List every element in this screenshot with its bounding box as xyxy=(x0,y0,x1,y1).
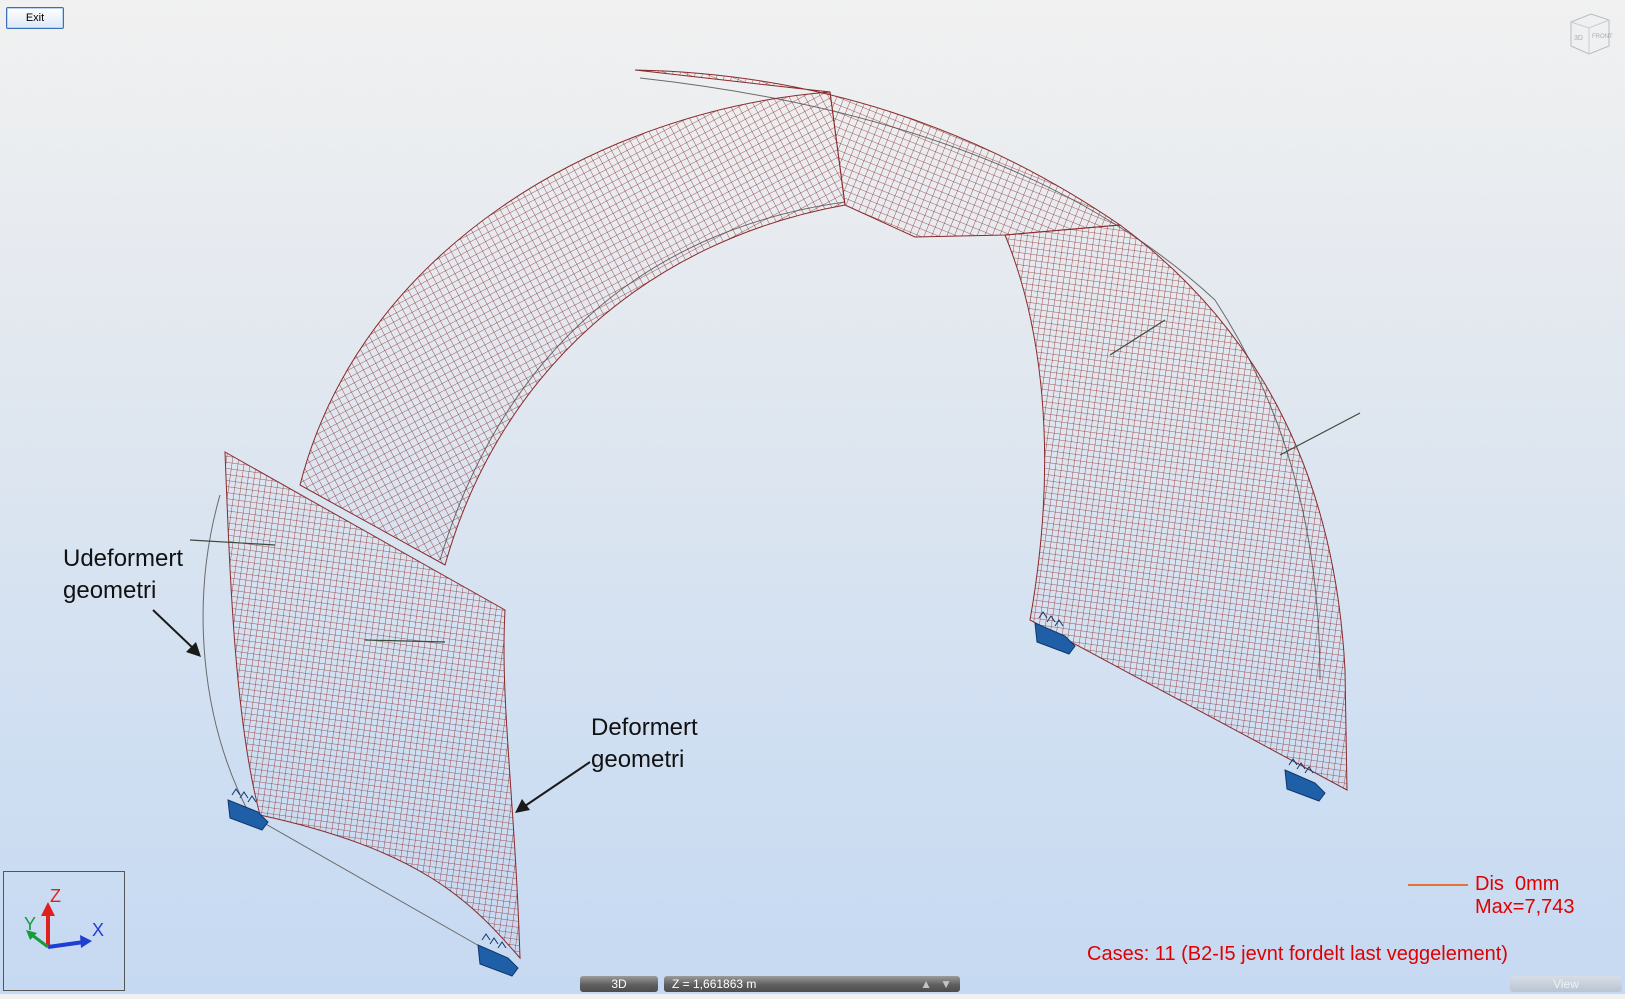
structure-model xyxy=(152,69,1361,977)
load-cases-label: Cases: 11 (B2-I5 jevnt fordelt last vegg… xyxy=(1087,943,1508,965)
legend-dis: Dis 0mm xyxy=(1475,873,1560,895)
down-arrow-icon[interactable]: ▼ xyxy=(940,976,952,992)
annotation-deformed: Deformert geometri xyxy=(591,714,698,773)
axis-y-label: Y xyxy=(24,914,36,934)
axis-triad: Z Y X xyxy=(3,871,125,991)
view-cube-front-label: FRONT xyxy=(1592,34,1613,40)
view-button[interactable]: View xyxy=(1510,976,1622,992)
view-cube-icon[interactable]: 3D FRONT xyxy=(1565,8,1615,58)
view-cube-top-label: 3D xyxy=(1574,35,1583,42)
3d-viewport[interactable]: Exit 3D FRONT Udeformert geometri Deform… xyxy=(0,0,1625,994)
z-level-field[interactable]: Z = 1,661863 m ▲ ▼ xyxy=(664,976,960,992)
exit-button[interactable]: Exit xyxy=(6,7,64,29)
legend-line xyxy=(1408,884,1468,886)
axis-x-label: X xyxy=(92,920,104,940)
annotation-undeformed: Udeformert geometri xyxy=(63,545,184,604)
axis-z-label: Z xyxy=(50,886,61,906)
up-arrow-icon[interactable]: ▲ xyxy=(920,976,932,992)
legend-max: Max=7,743 xyxy=(1475,896,1575,918)
z-level-value: Z = 1,661863 m xyxy=(672,977,757,991)
deformed-mesh xyxy=(189,69,1361,960)
view-mode-button[interactable]: 3D xyxy=(580,976,658,992)
